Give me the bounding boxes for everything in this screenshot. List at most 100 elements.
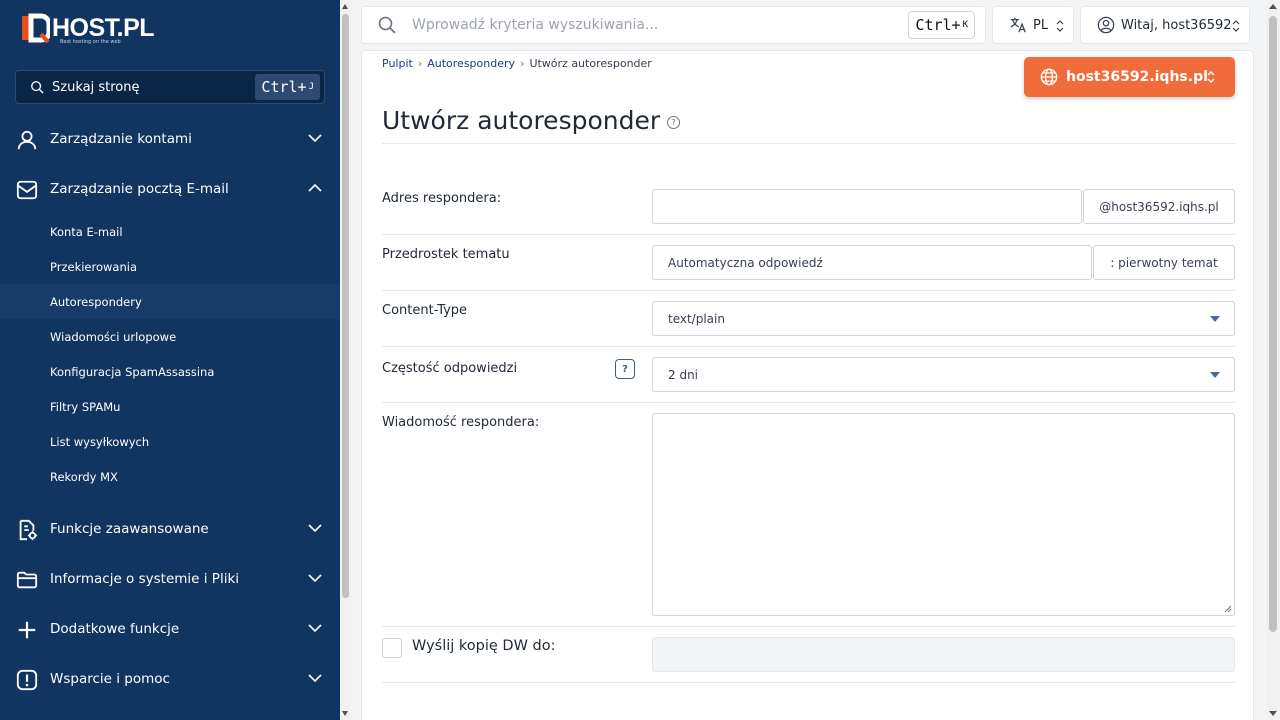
frequency-label: Częstość odpowiedzi: [382, 361, 518, 376]
folder-icon: [16, 571, 38, 589]
caret-down-icon: [1210, 316, 1220, 322]
chevron-down-icon: [308, 524, 322, 533]
logo-tagline: Best hosting on the web: [60, 39, 121, 45]
sidebar-item-vacation-messages[interactable]: Wiadomości urlopowe: [0, 319, 340, 354]
frequency-select[interactable]: 2 dni: [652, 357, 1235, 392]
document-gear-icon: [19, 519, 38, 541]
chevron-up-icon: [308, 183, 322, 192]
divider: [382, 234, 1235, 235]
user-menu[interactable]: Witaj, host36592: [1080, 6, 1250, 44]
mail-icon: [16, 180, 38, 200]
sidebar-item-mailing-lists[interactable]: List wysyłkowych: [0, 424, 340, 459]
sidebar-group-additional-features[interactable]: Dodatkowe funkcje: [0, 609, 340, 649]
plus-icon: [18, 621, 36, 639]
sidebar-item-spam-filters[interactable]: Filtry SPAMu: [0, 389, 340, 424]
chevron-down-icon: [308, 674, 322, 683]
sidebar-scrollbar[interactable]: [340, 0, 351, 720]
sidebar-search-label: Szukaj stronę: [52, 79, 140, 95]
sidebar-item-mx-records[interactable]: Rekordy MX: [0, 459, 340, 494]
subject-suffix: : pierwotny temat: [1093, 245, 1235, 280]
sidebar-group-label: Dodatkowe funkcje: [50, 621, 180, 637]
subject-prefix-input[interactable]: Automatyczna odpowiedź: [652, 245, 1092, 280]
scroll-up-arrow[interactable]: [1269, 4, 1277, 9]
divider: [382, 143, 1235, 144]
sidebar-group-system-info-files[interactable]: Informacje o systemie i Pliki: [0, 559, 340, 599]
divider: [382, 290, 1235, 291]
user-greeting: Witaj, host36592: [1121, 17, 1232, 33]
breadcrumb-link-autoresponders[interactable]: Autorespondery: [427, 57, 515, 70]
message-textarea[interactable]: [652, 413, 1235, 616]
address-input[interactable]: [652, 189, 1082, 224]
logo-icon: [22, 13, 50, 44]
sidebar-group-label: Zarządzanie pocztą E-mail: [50, 181, 229, 197]
search-icon: [378, 16, 396, 34]
address-label: Adres respondera:: [382, 191, 502, 206]
sidebar-search[interactable]: Szukaj stronę Ctrl+ J: [15, 70, 325, 104]
breadcrumb: Pulpit › Autorespondery › Utwórz autores…: [382, 57, 652, 70]
cc-checkbox[interactable]: [382, 638, 402, 658]
cc-email-input[interactable]: [652, 637, 1235, 672]
chevron-down-icon: [308, 574, 322, 583]
sidebar: HOST.PL Best hosting on the web Szukaj s…: [0, 0, 340, 720]
breadcrumb-separator-icon: ›: [417, 57, 423, 70]
resize-handle-icon[interactable]: [1224, 605, 1232, 613]
domain-selector-value: host36592.iqhs.pl: [1066, 69, 1208, 85]
language-selector[interactable]: PL: [992, 6, 1074, 44]
help-icon[interactable]: ?: [615, 359, 635, 379]
alert-icon: [16, 669, 38, 691]
breadcrumb-current: Utwórz autoresponder: [529, 57, 652, 70]
sidebar-group-account-management[interactable]: Zarządzanie kontami: [0, 119, 340, 159]
sidebar-group-label: Zarządzanie kontami: [50, 131, 192, 147]
page-title: Utwórz autoresponder ?: [382, 106, 681, 135]
content-type-label: Content-Type: [382, 303, 468, 318]
page-scrollbar[interactable]: [1266, 0, 1280, 720]
sidebar-item-autoresponders[interactable]: Autorespondery: [0, 284, 340, 319]
caret-down-icon: [1210, 372, 1220, 378]
chevron-updown-icon: [1056, 20, 1064, 32]
sidebar-item-spamassassin[interactable]: Konfiguracja SpamAssassina: [0, 354, 340, 389]
divider: [382, 402, 1235, 403]
cc-label: Wyślij kopię DW do:: [412, 638, 556, 654]
logo[interactable]: HOST.PL Best hosting on the web: [22, 12, 155, 45]
sidebar-item-forwarders[interactable]: Przekierowania: [0, 249, 340, 284]
divider: [382, 626, 1235, 627]
sidebar-search-shortcut: Ctrl+ J: [255, 74, 320, 100]
sidebar-group-label: Funkcje zaawansowane: [50, 521, 209, 537]
chevron-updown-icon: [1232, 20, 1240, 32]
globe-icon: [1040, 68, 1058, 86]
logo-text: HOST.PL: [52, 14, 155, 42]
user-circle-icon: [1097, 16, 1115, 34]
divider: [382, 346, 1235, 347]
scroll-up-arrow[interactable]: [342, 4, 348, 9]
breadcrumb-separator-icon: ›: [520, 57, 525, 70]
message-label: Wiadomość respondera:: [382, 415, 540, 430]
scroll-down-arrow[interactable]: [342, 711, 348, 716]
translate-icon: [1010, 17, 1026, 33]
search-shortcut: Ctrl+ K: [908, 11, 975, 39]
sidebar-item-email-accounts[interactable]: Konta E-mail: [0, 214, 340, 249]
main-card: Pulpit › Autorespondery › Utwórz autores…: [361, 50, 1254, 720]
scroll-down-arrow[interactable]: [1269, 711, 1277, 716]
sidebar-group-label: Wsparcie i pomoc: [50, 671, 170, 687]
scrollbar-thumb[interactable]: [1269, 16, 1277, 632]
user-icon: [17, 130, 37, 150]
subject-prefix-label: Przedrostek tematu: [382, 247, 510, 262]
breadcrumb-link-dashboard[interactable]: Pulpit: [382, 57, 413, 70]
help-circle-icon[interactable]: ?: [667, 116, 681, 129]
global-search-input[interactable]: Wprowadź kryteria wyszukiwania... Ctrl+ K: [361, 6, 986, 44]
domain-selector-button[interactable]: host36592.iqhs.pl: [1024, 57, 1235, 97]
content-type-select[interactable]: text/plain: [652, 301, 1235, 336]
chevron-down-icon: [308, 134, 322, 143]
sidebar-group-email-management[interactable]: Zarządzanie pocztą E-mail: [0, 169, 340, 209]
divider: [382, 682, 1235, 683]
sidebar-group-support[interactable]: Wsparcie i pomoc: [0, 659, 340, 699]
search-placeholder: Wprowadź kryteria wyszukiwania...: [412, 17, 659, 33]
search-icon: [31, 81, 44, 94]
chevron-updown-icon: [1207, 71, 1215, 83]
scrollbar-thumb[interactable]: [342, 14, 349, 598]
language-value: PL: [1033, 17, 1049, 33]
address-domain-suffix: @host36592.iqhs.pl: [1083, 189, 1235, 224]
sidebar-group-label: Informacje o systemie i Pliki: [50, 571, 240, 587]
chevron-down-icon: [308, 624, 322, 633]
sidebar-group-advanced-features[interactable]: Funkcje zaawansowane: [0, 509, 340, 549]
